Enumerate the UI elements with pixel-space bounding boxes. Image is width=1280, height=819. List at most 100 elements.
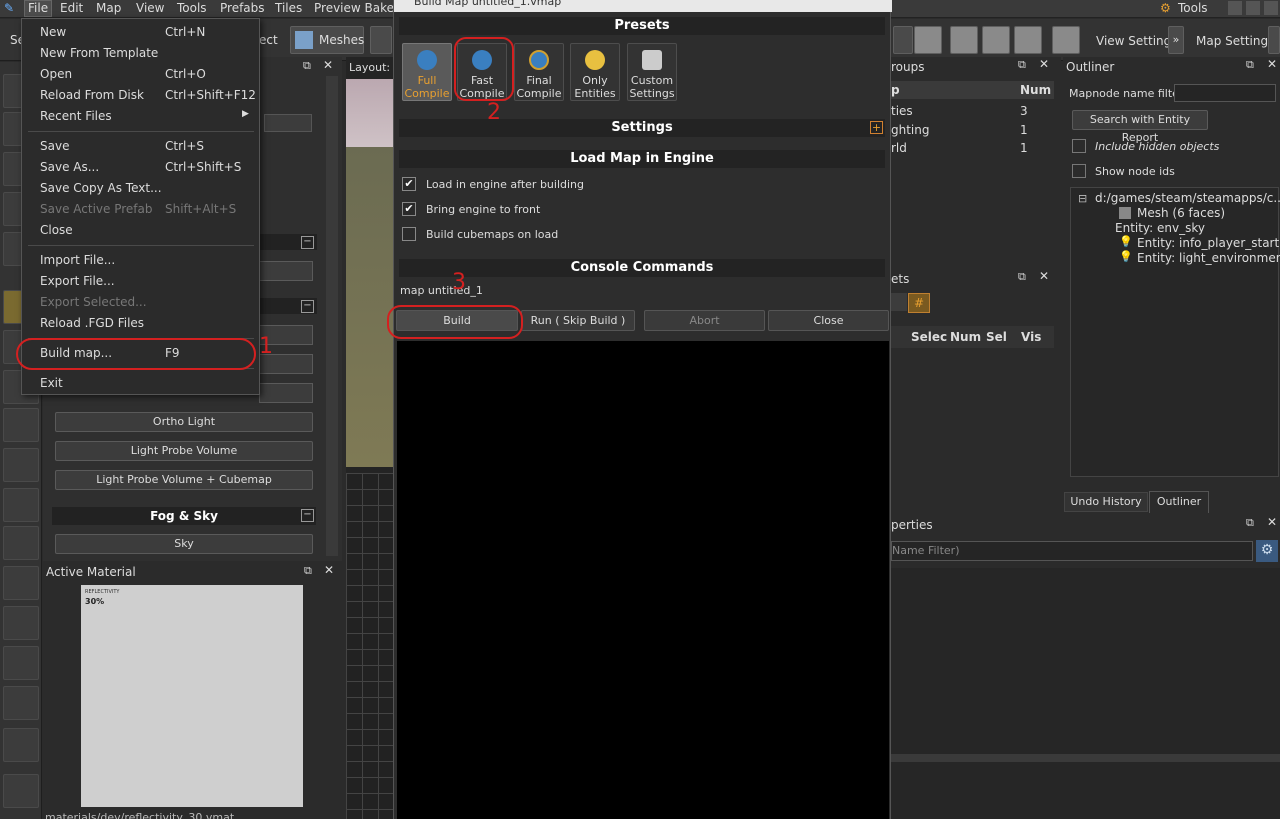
gamepad-button[interactable] [1052, 26, 1080, 54]
toolbar-object-label[interactable]: ect [259, 33, 278, 47]
menu-item-reload-from-disk[interactable]: Reload From Disk [40, 88, 144, 102]
tree-item[interactable]: Entity: info_player_start [1137, 236, 1279, 250]
sets-float-icon[interactable]: ⧉ [1018, 270, 1026, 284]
tree-item[interactable]: Mesh (6 faces) [1137, 206, 1225, 220]
menu-file[interactable]: File [24, 0, 53, 17]
load-engine-checkbox[interactable]: ✔ [402, 177, 416, 191]
left-panel-float-icon[interactable]: ⧉ [303, 59, 311, 73]
collapse-icon[interactable]: − [301, 300, 314, 313]
sky-button[interactable]: Sky [55, 534, 313, 554]
menu-item-reload-fgd[interactable]: Reload .FGD Files [40, 316, 144, 330]
close-window-button[interactable] [1264, 1, 1278, 15]
material-thumbnail[interactable]: REFLECTIVITY 30% [81, 585, 303, 807]
tab-outliner[interactable]: Outliner [1149, 491, 1209, 513]
menu-item-save-active-prefab[interactable]: Save Active Prefab [40, 202, 152, 216]
paint-tool-icon[interactable] [3, 566, 39, 600]
preset-full-compile[interactable]: Full Compile [402, 43, 452, 101]
tree-root[interactable]: d:/games/steam/steamapps/c... [1095, 191, 1280, 205]
include-hidden-checkbox[interactable] [1072, 139, 1086, 153]
table-row[interactable]: ghting 1 [891, 123, 1054, 140]
vertex-tool-icon[interactable] [3, 488, 39, 522]
toolbar-button-e[interactable] [1014, 26, 1042, 54]
abort-button[interactable]: Abort [644, 310, 765, 331]
grid-icon[interactable]: # [908, 293, 930, 313]
minimize-button[interactable] [1228, 1, 1242, 15]
show-node-ids-checkbox[interactable] [1072, 164, 1086, 178]
view-settings-expand-button[interactable]: » [1168, 26, 1184, 54]
properties-splitter[interactable] [891, 754, 1280, 762]
viewport-ground[interactable] [346, 147, 393, 467]
viewport-grid[interactable] [346, 473, 393, 819]
groups-float-icon[interactable]: ⧉ [1018, 58, 1026, 72]
bring-front-checkbox[interactable]: ✔ [402, 202, 416, 216]
menu-item-save[interactable]: Save [40, 139, 69, 153]
foliage-tool-icon[interactable] [3, 686, 39, 720]
terrain-tool-icon[interactable] [3, 774, 39, 808]
menu-item-recent-files[interactable]: Recent Files [40, 109, 112, 123]
left-panel-dropdown[interactable] [264, 114, 312, 132]
tree-item[interactable]: Entity: env_sky [1115, 221, 1205, 235]
menu-item-open[interactable]: Open [40, 67, 72, 81]
name-filter-input[interactable]: Name Filter) [891, 541, 1253, 561]
table-row[interactable]: ties 3 [891, 104, 1054, 121]
menu-preview-baked[interactable]: Preview Baked [314, 1, 402, 15]
preset-final-compile[interactable]: Final Compile [514, 43, 564, 101]
menu-item-export-file[interactable]: Export File... [40, 274, 115, 288]
close-button[interactable]: Close [768, 310, 889, 331]
menu-item-new-from-template[interactable]: New From Template [40, 46, 158, 60]
outliner-float-icon[interactable]: ⧉ [1246, 58, 1254, 72]
clip-tool-icon[interactable] [3, 448, 39, 482]
tree-collapse-icon[interactable]: ⊟ [1078, 192, 1087, 205]
active-material-float-icon[interactable]: ⧉ [304, 564, 312, 578]
groups-close-icon[interactable]: ✕ [1039, 57, 1049, 71]
properties-float-icon[interactable]: ⧉ [1246, 516, 1254, 530]
light-probe-volume-button[interactable]: Light Probe Volume [55, 441, 313, 461]
menu-item-export-selected[interactable]: Export Selected... [40, 295, 147, 309]
menu-item-close[interactable]: Close [40, 223, 73, 237]
left-panel-close-icon[interactable]: ✕ [323, 58, 333, 72]
decal-tool-icon[interactable] [3, 606, 39, 640]
tree-item[interactable]: Entity: light_environment [1137, 251, 1280, 265]
left-panel-button-4[interactable] [259, 383, 313, 403]
table-row[interactable]: rld 1 [891, 141, 1054, 158]
viewport-sky[interactable] [346, 79, 393, 147]
grid-tool-icon[interactable] [3, 728, 39, 762]
active-material-close-icon[interactable]: ✕ [324, 563, 334, 577]
entity-tool-button[interactable] [370, 26, 392, 54]
preset-only-entities[interactable]: Only Entities [570, 43, 620, 101]
menu-view[interactable]: View [136, 1, 164, 15]
properties-close-icon[interactable]: ✕ [1267, 515, 1277, 529]
left-panel-scrollbar[interactable] [326, 76, 338, 556]
build-cubemaps-checkbox[interactable] [402, 227, 416, 241]
tools-link[interactable]: Tools [1178, 1, 1208, 15]
menu-prefabs[interactable]: Prefabs [220, 1, 265, 15]
toolbar-button-a[interactable] [893, 26, 913, 54]
menu-tiles[interactable]: Tiles [275, 1, 302, 15]
toolbar-button-c[interactable] [950, 26, 978, 54]
search-entity-report-button[interactable]: Search with Entity Report [1072, 110, 1208, 144]
sets-close-icon[interactable]: ✕ [1039, 269, 1049, 283]
outliner-close-icon[interactable]: ✕ [1267, 57, 1277, 71]
expand-settings-icon[interactable]: + [870, 121, 883, 134]
menu-item-exit[interactable]: Exit [40, 376, 63, 390]
light-probe-cubemap-button[interactable]: Light Probe Volume + Cubemap [55, 470, 313, 490]
console-command-field[interactable]: map untitled_1 [400, 284, 483, 297]
collapse-icon[interactable]: − [301, 236, 314, 249]
maximize-button[interactable] [1246, 1, 1260, 15]
tab-undo-history[interactable]: Undo History [1064, 492, 1148, 512]
map-settings-expand-button[interactable] [1268, 26, 1280, 54]
menu-item-save-copy-text[interactable]: Save Copy As Text... [40, 181, 162, 195]
sets-add-button[interactable] [891, 293, 907, 311]
preset-custom-settings[interactable]: Custom Settings [627, 43, 677, 101]
run-skip-build-button[interactable]: Run ( Skip Build ) [521, 310, 635, 331]
meshes-button[interactable]: Meshes [290, 26, 364, 54]
mapnode-filter-input[interactable] [1174, 84, 1276, 102]
toolbar-button-b[interactable] [914, 26, 942, 54]
menu-item-new[interactable]: New [40, 25, 66, 39]
fog-sky-collapse-icon[interactable]: − [301, 509, 314, 522]
menu-item-save-as[interactable]: Save As... [40, 160, 99, 174]
left-panel-button-1[interactable] [259, 261, 313, 281]
texture-tool-icon[interactable] [3, 526, 39, 560]
menu-item-import-file[interactable]: Import File... [40, 253, 115, 267]
polygon-tool-icon[interactable] [3, 408, 39, 442]
